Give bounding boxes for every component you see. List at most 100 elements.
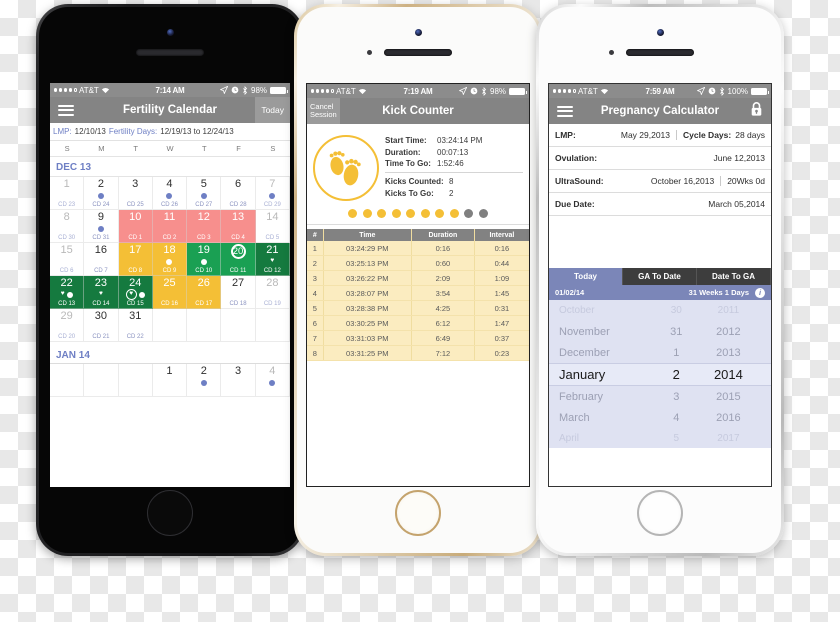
date-picker-wheel[interactable]: October 30 2011 November 31 2012 December 1 2013… <box>549 300 771 448</box>
picker-row[interactable]: April 5 2017 <box>549 428 771 448</box>
home-button[interactable] <box>637 490 683 536</box>
calendar-day-cell[interactable]: 15 CD 6 <box>50 243 85 276</box>
ovulation-dot-icon <box>166 192 173 199</box>
calendar-day-cell[interactable] <box>118 364 153 397</box>
lock-icon[interactable] <box>750 101 763 122</box>
table-cell: 1:47 <box>474 315 529 331</box>
table-row[interactable]: 1 03:24:29 PM 0:16 0:16 <box>307 241 529 256</box>
today-button[interactable]: Today <box>255 97 290 123</box>
calendar-day-cell[interactable]: 2 CD 24 <box>84 177 119 210</box>
table-row[interactable]: 6 03:30:25 PM 6:12 1:47 <box>307 315 529 331</box>
info-icon[interactable]: i <box>755 287 765 298</box>
calendar-day-cell[interactable]: 14 CD 5 <box>255 210 290 243</box>
calendar-day-cell[interactable] <box>221 309 256 342</box>
table-row[interactable]: 2 03:25:13 PM 0:60 0:44 <box>307 255 529 271</box>
picker-row[interactable]: October 30 2011 <box>549 300 771 321</box>
pregnancy-field-row[interactable]: UltraSound: October 16,2013 20Wks 0d <box>549 170 771 193</box>
calendar-day-cell[interactable]: 30 CD 21 <box>84 309 119 342</box>
picker-row[interactable]: March 4 2016 <box>549 407 771 428</box>
calendar-day-cell[interactable]: 8 CD 30 <box>50 210 85 243</box>
phone2-status-bar: AT&T 7:19 AM 98% <box>307 84 529 98</box>
table-column-header: Time <box>323 229 412 241</box>
calendar-day-cell[interactable]: 28 CD 19 <box>255 276 290 309</box>
calendar-day-cell[interactable]: 10 CD 1 <box>118 210 153 243</box>
cycle-day-label: CD 20 <box>58 333 76 340</box>
calendar-day-cell[interactable] <box>152 309 188 342</box>
cycle-day-label: CD 27 <box>195 201 213 208</box>
calendar-day-cell[interactable]: 17 CD 8 <box>118 243 153 276</box>
calendar-day-cell[interactable]: 31 CD 22 <box>118 309 153 342</box>
table-row[interactable]: 7 03:31:03 PM 6:49 0:37 <box>307 330 529 346</box>
earpiece-speaker-icon <box>136 49 204 56</box>
table-cell: 0:60 <box>411 255 475 271</box>
day-markers <box>269 379 276 387</box>
table-row[interactable]: 4 03:28:07 PM 3:54 1:45 <box>307 285 529 301</box>
calendar-day-cell[interactable]: 3 CD 25 <box>118 177 153 210</box>
day-number: 13 <box>231 211 245 223</box>
tab-date-to-ga[interactable]: Date To GA <box>697 268 771 285</box>
table-cell: 03:26:22 PM <box>323 270 412 286</box>
kick-dot-empty <box>478 209 488 218</box>
cancel-session-button[interactable]: Cancel Session <box>307 98 340 124</box>
hamburger-menu-icon[interactable] <box>557 105 573 117</box>
day-markers <box>97 225 104 233</box>
pregnancy-field-row[interactable]: Ovulation: June 12,2013 <box>549 147 771 170</box>
calendar-day-cell[interactable]: 26 CD 17 <box>187 276 222 309</box>
cycle-day-label: CD 1 <box>128 234 143 241</box>
calendar-day-cell[interactable]: 16 CD 7 <box>84 243 119 276</box>
pregnancy-field-row[interactable]: LMP: May 29,2013 Cycle Days: 28 days <box>549 124 771 147</box>
day-markers <box>97 192 104 200</box>
picker-row[interactable]: November 31 2012 <box>549 321 771 342</box>
dow-sat: S <box>270 144 276 153</box>
calendar-day-cell[interactable]: 21 ♥ CD 12 <box>255 243 290 276</box>
stat-key: Kicks To Go: <box>385 188 434 198</box>
calendar-day-cell[interactable]: 27 CD 18 <box>221 276 256 309</box>
tab-today[interactable]: Today <box>549 268 623 285</box>
calendar-day-cell[interactable]: 6 CD 28 <box>221 177 256 210</box>
calendar-day-cell[interactable]: 18 CD 9 <box>152 243 188 276</box>
calendar-day-cell[interactable]: 19 CD 10 <box>187 243 222 276</box>
calendar-day-cell[interactable]: 11 CD 2 <box>152 210 188 243</box>
calendar-day-cell[interactable]: 4 CD 26 <box>152 177 188 210</box>
calendar-day-cell[interactable]: 13 CD 4 <box>221 210 256 243</box>
table-row[interactable]: 8 03:31:25 PM 7:12 0:23 <box>307 345 529 361</box>
home-button[interactable] <box>147 490 193 536</box>
kick-dot-filled <box>406 209 416 218</box>
calendar-day-cell[interactable] <box>187 309 222 342</box>
calendar-day-cell[interactable] <box>50 364 85 397</box>
calendar-day-cell[interactable]: 25 CD 16 <box>152 276 188 309</box>
picker-row[interactable]: December 1 2013 <box>549 342 771 363</box>
calendar-day-cell[interactable]: 22 ♥ CD 13 <box>50 276 85 309</box>
calendar-day-cell[interactable]: 29 CD 20 <box>50 309 85 342</box>
calendar-day-cell[interactable]: 3 <box>221 364 256 397</box>
phone1-status-right: 98% <box>185 85 289 95</box>
calendar-day-cell[interactable] <box>84 364 119 397</box>
baby-footprints-icon[interactable] <box>313 135 379 201</box>
phone1-status-bar: AT&T 7:14 AM 98% <box>50 83 290 97</box>
calendar-day-cell[interactable]: 7 CD 29 <box>255 177 290 210</box>
stat-value: 2 <box>449 188 454 198</box>
calendar-day-cell[interactable]: 23 ♥ CD 14 <box>84 276 119 309</box>
pregnancy-field-row[interactable]: Due Date: March 05,2014 <box>549 193 771 216</box>
calendar-day-cell[interactable]: 20 CD 11 <box>221 243 256 276</box>
calendar-day-cell[interactable]: 5 CD 27 <box>187 177 222 210</box>
tab-ga-to-date[interactable]: GA To Date <box>623 268 697 285</box>
cycle-day-label: CD 19 <box>263 300 281 307</box>
calendar-day-cell[interactable] <box>255 309 290 342</box>
home-button[interactable] <box>395 490 441 536</box>
hamburger-menu-icon[interactable] <box>58 104 74 116</box>
calendar-day-cell[interactable]: 2 <box>187 364 222 397</box>
table-row[interactable]: 3 03:26:22 PM 2:09 1:09 <box>307 270 529 286</box>
picker-row[interactable]: January 2 2014 <box>549 363 771 386</box>
calendar-day-cell[interactable]: 1 CD 23 <box>50 177 85 210</box>
calendar-day-cell[interactable]: 1 <box>152 364 188 397</box>
calendar-day-cell[interactable]: 4 <box>255 364 290 397</box>
kick-dot-filled <box>449 209 459 218</box>
picker-year: 2017 <box>717 433 740 444</box>
calendar-day-cell[interactable]: 24 ♥ CD 15 <box>118 276 153 309</box>
table-row[interactable]: 5 03:28:38 PM 4:25 0:31 <box>307 300 529 316</box>
day-number: 8 <box>63 211 70 223</box>
picker-row[interactable]: February 3 2015 <box>549 386 771 407</box>
calendar-day-cell[interactable]: 9 CD 31 <box>84 210 119 243</box>
calendar-day-cell[interactable]: 12 CD 3 <box>187 210 222 243</box>
